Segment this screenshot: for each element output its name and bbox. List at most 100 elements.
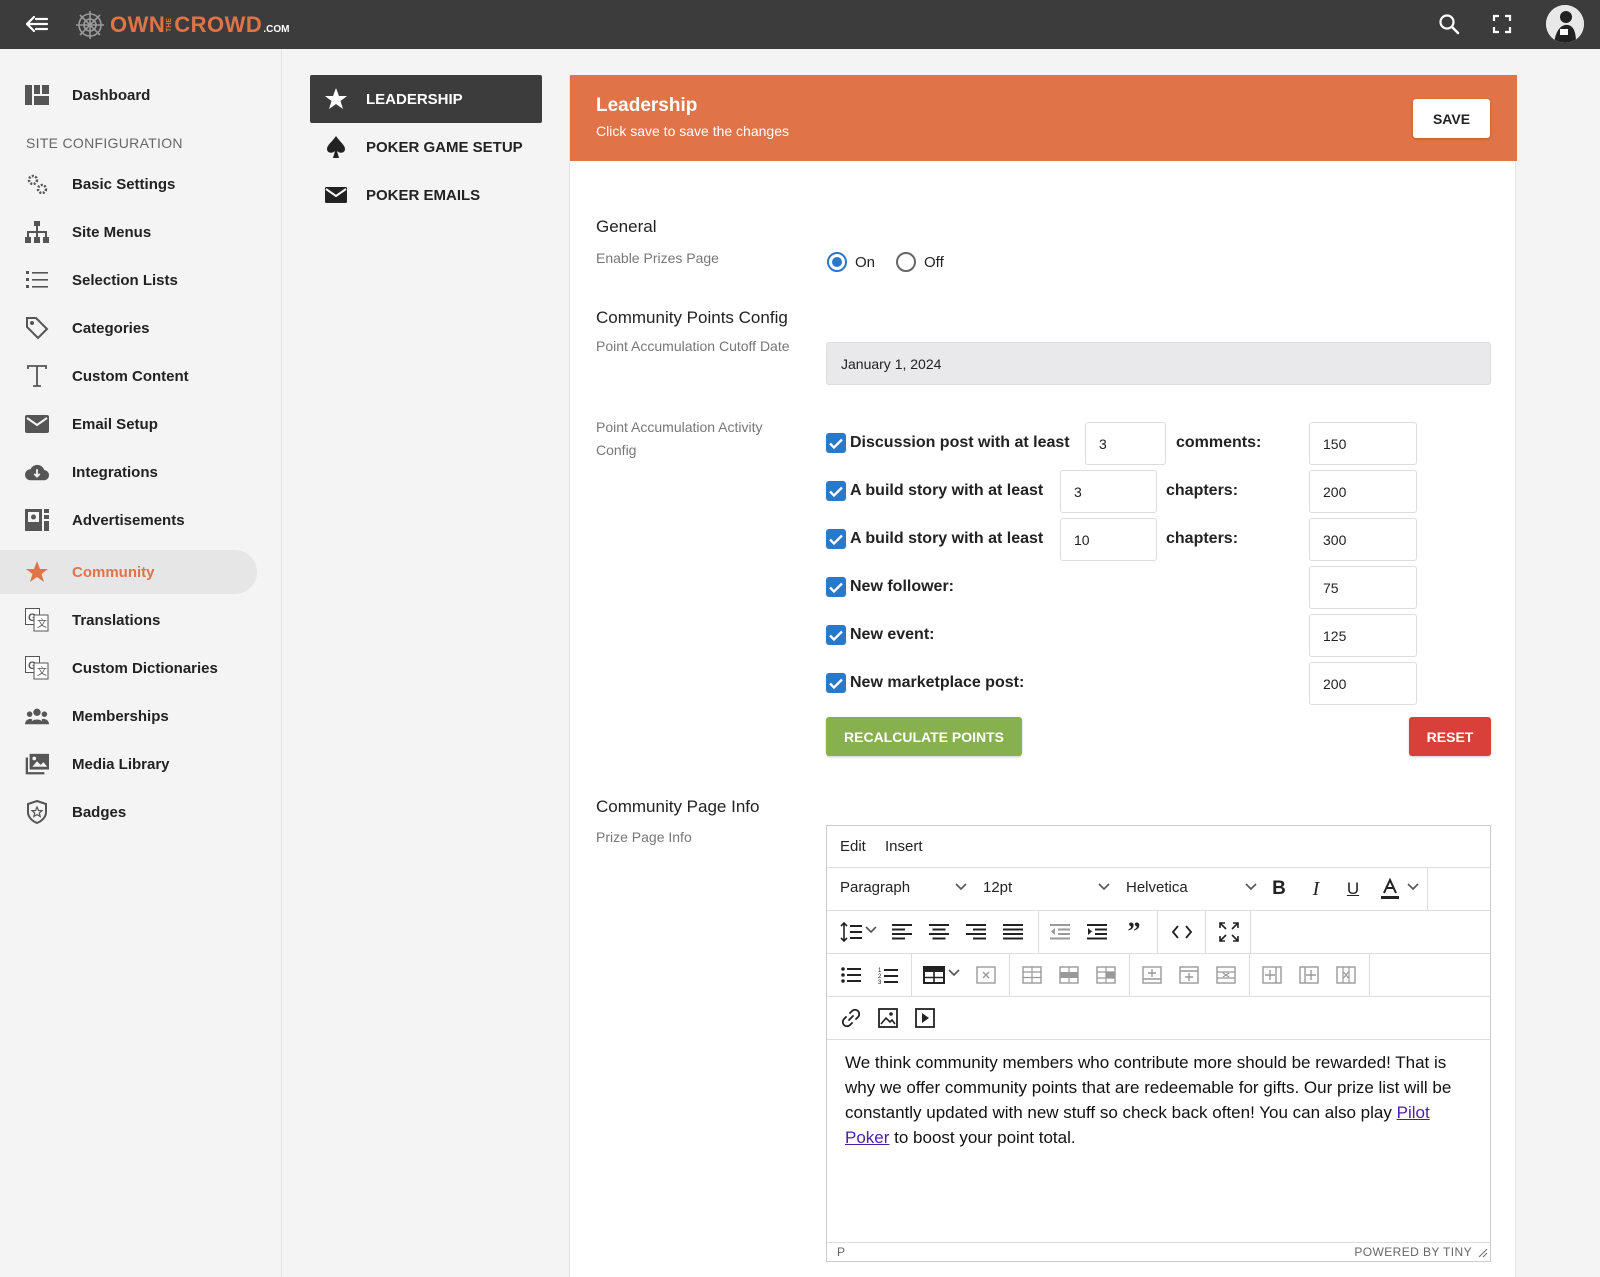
powered-by-link[interactable]: POWERED BY TINY	[1354, 1245, 1472, 1259]
font-size-select[interactable]: 12pt	[983, 879, 1012, 896]
comments-suffix: comments:	[1176, 434, 1262, 451]
sidebar-item-label: Categories	[72, 319, 150, 337]
search-icon[interactable]	[1437, 12, 1461, 36]
sidebar-item-label: Advertisements	[72, 511, 185, 529]
build-story-points-input[interactable]: 200	[1309, 470, 1417, 513]
outdent-icon[interactable]	[1048, 920, 1072, 944]
avatar[interactable]	[1546, 5, 1584, 43]
link-icon[interactable]	[839, 1006, 863, 1030]
line-height-icon[interactable]	[839, 920, 863, 944]
media-icon[interactable]	[913, 1006, 937, 1030]
table-delete-col-icon[interactable]	[1334, 963, 1358, 987]
reset-button[interactable]: RESET	[1409, 717, 1491, 756]
fullscreen-icon[interactable]	[1217, 920, 1241, 944]
sidebar-item-badges[interactable]: Badges	[0, 790, 257, 834]
new-event-checkbox[interactable]	[826, 625, 846, 645]
build-story-label: A build story with at least	[850, 482, 1044, 499]
check-icon	[829, 438, 843, 449]
table-delete-row-icon[interactable]	[1214, 963, 1238, 987]
build-story-10-checkbox[interactable]	[826, 529, 846, 549]
menu-insert[interactable]: Insert	[885, 838, 923, 855]
sidebar-item-custom-content[interactable]: Custom Content	[0, 354, 257, 398]
table-insert-col-after-icon[interactable]	[1297, 963, 1321, 987]
toolbar-separator	[1427, 868, 1428, 910]
build-story-chapters-input[interactable]: 10	[1060, 518, 1157, 561]
site-logo[interactable]: OWN THE CROWD .COM	[74, 8, 289, 42]
table-insert-row-before-icon[interactable]	[1140, 963, 1164, 987]
block-format-select[interactable]: Paragraph	[840, 879, 910, 896]
build-story-points-input[interactable]: 300	[1309, 518, 1417, 561]
toolbar-separator	[1205, 911, 1206, 953]
table-icon[interactable]	[922, 963, 946, 987]
menu-edit[interactable]: Edit	[840, 838, 866, 855]
sidebar-item-dashboard[interactable]: Dashboard	[0, 73, 257, 117]
sidebar-item-label: Email Setup	[72, 415, 158, 433]
sidebar-item-memberships[interactable]: Memberships	[0, 694, 257, 738]
sidebar-item-categories[interactable]: Categories	[0, 306, 257, 350]
new-follower-checkbox[interactable]	[826, 577, 846, 597]
new-marketplace-post-checkbox[interactable]	[826, 673, 846, 693]
prizes-on-radio[interactable]: On	[827, 252, 875, 272]
fullscreen-icon[interactable]	[1490, 12, 1514, 36]
sidebar-item-integrations[interactable]: Integrations	[0, 450, 257, 494]
discussion-post-label: Discussion post with at least	[850, 434, 1070, 451]
numbered-list-icon[interactable]: 123	[876, 963, 900, 987]
tab-poker-game-setup[interactable]: POKER GAME SETUP	[310, 123, 542, 171]
build-story-chapters-input[interactable]: 3	[1060, 470, 1157, 513]
table-insert-row-after-icon[interactable]	[1177, 963, 1201, 987]
sidebar-item-custom-dictionaries[interactable]: G文 Custom Dictionaries	[0, 646, 257, 690]
align-justify-icon[interactable]	[1001, 920, 1025, 944]
bold-icon[interactable]: B	[1267, 877, 1291, 901]
sidebar-item-basic-settings[interactable]: Basic Settings	[0, 162, 257, 206]
sidebar-item-media-library[interactable]: Media Library	[0, 742, 257, 786]
new-follower-points-input[interactable]: 75	[1309, 566, 1417, 609]
sidebar-item-email-setup[interactable]: Email Setup	[0, 402, 257, 446]
new-marketplace-points-input[interactable]: 200	[1309, 662, 1417, 705]
tab-leadership[interactable]: LEADERSHIP	[310, 75, 542, 123]
sidebar-item-community[interactable]: Community	[0, 550, 257, 594]
save-button[interactable]: SAVE	[1413, 99, 1490, 138]
logo-crowd: CROWD	[174, 12, 263, 37]
recalculate-points-button[interactable]: RECALCULATE POINTS	[826, 717, 1022, 756]
indent-icon[interactable]	[1085, 920, 1109, 944]
bullet-list-icon[interactable]	[839, 963, 863, 987]
discussion-post-checkbox[interactable]	[826, 433, 846, 453]
back-arrow-icon[interactable]	[24, 12, 50, 36]
sidebar-item-translations[interactable]: G文 Translations	[0, 598, 257, 642]
table-delete-icon[interactable]	[974, 963, 998, 987]
sidebar-item-site-menus[interactable]: Site Menus	[0, 210, 257, 254]
align-left-icon[interactable]	[890, 920, 914, 944]
table-cell-props-icon[interactable]	[1020, 963, 1044, 987]
table-split-cells-icon[interactable]	[1094, 963, 1118, 987]
image-icon[interactable]	[876, 1006, 900, 1030]
table-insert-col-before-icon[interactable]	[1260, 963, 1284, 987]
discussion-points-input[interactable]: 150	[1309, 422, 1417, 465]
chevron-down-icon	[1407, 883, 1419, 891]
tab-poker-emails[interactable]: POKER EMAILS	[310, 171, 542, 219]
align-center-icon[interactable]	[927, 920, 951, 944]
italic-icon[interactable]: I	[1304, 877, 1328, 901]
font-family-select[interactable]: Helvetica	[1126, 879, 1188, 896]
sidebar-item-label: Media Library	[72, 755, 170, 773]
discussion-comments-input[interactable]: 3	[1085, 422, 1166, 465]
envelope-icon	[324, 183, 348, 207]
build-story-3-checkbox[interactable]	[826, 481, 846, 501]
cutoff-date-input[interactable]: January 1, 2024	[826, 342, 1491, 385]
prizes-off-radio[interactable]: Off	[896, 252, 944, 272]
top-bar: OWN THE CROWD .COM	[0, 0, 1600, 49]
blockquote-icon[interactable]: ”	[1122, 917, 1146, 946]
editor-toolbar-row: ”	[827, 911, 1490, 954]
sidebar-item-advertisements[interactable]: Advertisements	[0, 498, 257, 542]
new-event-points-input[interactable]: 125	[1309, 614, 1417, 657]
text-color-icon[interactable]	[1378, 877, 1402, 901]
sidebar-item-selection-lists[interactable]: Selection Lists	[0, 258, 257, 302]
underline-icon[interactable]: U	[1341, 877, 1365, 901]
tab-label: POKER EMAILS	[366, 186, 481, 204]
code-icon[interactable]	[1170, 920, 1194, 944]
resize-handle-icon[interactable]	[1478, 1248, 1488, 1258]
editor-content[interactable]: We think community members who contribut…	[845, 1050, 1475, 1150]
element-path[interactable]: P	[837, 1245, 845, 1259]
table-merge-cells-icon[interactable]	[1057, 963, 1081, 987]
radio-label: Off	[924, 253, 944, 271]
align-right-icon[interactable]	[964, 920, 988, 944]
